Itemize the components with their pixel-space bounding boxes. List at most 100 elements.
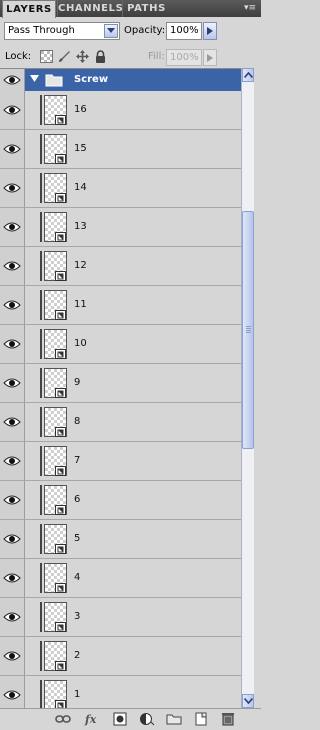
eye-icon[interactable] bbox=[3, 299, 21, 311]
layer-row[interactable]: 2 bbox=[0, 637, 241, 676]
eye-icon[interactable] bbox=[3, 74, 21, 86]
eye-icon[interactable] bbox=[3, 260, 21, 272]
blend-mode-select[interactable]: Pass Through bbox=[4, 22, 120, 40]
smart-object-badge-icon bbox=[55, 115, 66, 125]
eye-icon[interactable] bbox=[3, 416, 21, 428]
smart-object-badge-icon bbox=[55, 154, 66, 164]
layer-row[interactable]: 8 bbox=[0, 403, 241, 442]
layer-row[interactable]: 15 bbox=[0, 130, 241, 169]
layer-name: 7 bbox=[74, 455, 81, 466]
layer-row[interactable]: 16 bbox=[0, 91, 241, 130]
chevron-down-icon[interactable] bbox=[104, 24, 118, 38]
layer-list: Screw 16 15 14 13 12 11 10 9 8 7 6 5 4 3 2 1 bbox=[0, 68, 241, 709]
eye-icon[interactable] bbox=[3, 104, 21, 116]
opacity-input[interactable]: 100% bbox=[166, 22, 202, 40]
smart-object-badge-icon bbox=[55, 271, 66, 281]
layer-name: 5 bbox=[74, 533, 81, 544]
smart-object-badge-icon bbox=[55, 310, 66, 320]
layer-row[interactable]: 3 bbox=[0, 598, 241, 637]
smart-object-badge-icon bbox=[55, 349, 66, 359]
smart-object-badge-icon bbox=[55, 622, 66, 632]
fill-label: Fill: bbox=[148, 51, 165, 62]
layer-row[interactable]: 1 bbox=[0, 676, 241, 709]
layer-name: 3 bbox=[74, 611, 81, 622]
fill-input[interactable]: 100% bbox=[166, 49, 202, 66]
layer-name: 2 bbox=[74, 650, 81, 661]
layers-scrollbar[interactable] bbox=[241, 68, 254, 708]
smart-object-badge-icon bbox=[55, 232, 66, 242]
opacity-label: Opacity: bbox=[124, 25, 166, 36]
tab-channels[interactable]: CHANNELS bbox=[57, 0, 123, 17]
eye-icon[interactable] bbox=[3, 221, 21, 233]
link-layers-icon[interactable] bbox=[55, 712, 71, 726]
layer-row[interactable]: 13 bbox=[0, 208, 241, 247]
eye-icon[interactable] bbox=[3, 689, 21, 701]
layer-name: 14 bbox=[74, 182, 87, 193]
eye-icon[interactable] bbox=[3, 182, 21, 194]
fx-icon[interactable]: fx bbox=[84, 712, 100, 726]
blend-opacity-row: Pass Through Opacity: 100% bbox=[0, 19, 261, 44]
layer-name: 15 bbox=[74, 143, 87, 154]
tab-layers[interactable]: LAYERS bbox=[2, 0, 56, 18]
eye-icon[interactable] bbox=[3, 494, 21, 506]
scroll-down-arrow-icon[interactable] bbox=[242, 694, 254, 708]
scroll-thumb[interactable] bbox=[242, 211, 254, 449]
layer-row[interactable]: 7 bbox=[0, 442, 241, 481]
layer-row[interactable]: 14 bbox=[0, 169, 241, 208]
grip-icon bbox=[246, 326, 251, 334]
layers-panel: LAYERS CHANNELS PATHS ▾≡ Pass Through Op… bbox=[0, 0, 261, 730]
add-mask-icon[interactable] bbox=[112, 712, 128, 726]
smart-object-badge-icon bbox=[55, 661, 66, 671]
layer-row[interactable]: 10 bbox=[0, 325, 241, 364]
lock-all-icon[interactable] bbox=[94, 50, 107, 63]
eye-icon[interactable] bbox=[3, 572, 21, 584]
layer-row[interactable]: 6 bbox=[0, 481, 241, 520]
fill-slider-arrow-icon[interactable] bbox=[203, 49, 217, 66]
smart-object-badge-icon bbox=[55, 583, 66, 593]
blend-mode-value: Pass Through bbox=[8, 25, 75, 36]
new-layer-icon[interactable] bbox=[193, 712, 209, 726]
smart-object-badge-icon bbox=[55, 427, 66, 437]
eye-icon[interactable] bbox=[3, 377, 21, 389]
layer-row[interactable]: 5 bbox=[0, 520, 241, 559]
layer-name: 16 bbox=[74, 104, 87, 115]
layer-name: 8 bbox=[74, 416, 81, 427]
layer-name: 10 bbox=[74, 338, 87, 349]
expand-triangle-icon[interactable] bbox=[30, 75, 39, 86]
eye-icon[interactable] bbox=[3, 455, 21, 467]
layer-name: 1 bbox=[74, 689, 81, 700]
layer-name: 4 bbox=[74, 572, 81, 583]
smart-object-badge-icon bbox=[55, 193, 66, 203]
svg-text:fx: fx bbox=[84, 713, 97, 726]
adjustment-layer-icon[interactable] bbox=[139, 712, 155, 726]
scroll-up-arrow-icon[interactable] bbox=[242, 68, 254, 82]
new-group-icon[interactable] bbox=[166, 712, 182, 726]
smart-object-badge-icon bbox=[55, 505, 66, 515]
layer-name: 11 bbox=[74, 299, 87, 310]
eye-icon[interactable] bbox=[3, 533, 21, 545]
eye-icon[interactable] bbox=[3, 338, 21, 350]
folder-icon bbox=[45, 73, 63, 90]
layer-row[interactable]: 4 bbox=[0, 559, 241, 598]
group-name: Screw bbox=[74, 74, 109, 85]
panel-tab-bar: LAYERS CHANNELS PATHS ▾≡ bbox=[0, 0, 261, 18]
layer-row[interactable]: 9 bbox=[0, 364, 241, 403]
lock-label: Lock: bbox=[5, 51, 32, 62]
layers-toolbar: fx bbox=[0, 708, 261, 730]
panel-menu-icon[interactable]: ▾≡ bbox=[243, 3, 257, 14]
eye-icon[interactable] bbox=[3, 143, 21, 155]
lock-image-pixels-icon[interactable] bbox=[58, 50, 71, 63]
trash-icon[interactable] bbox=[220, 712, 236, 726]
layer-name: 9 bbox=[74, 377, 81, 388]
lock-position-icon[interactable] bbox=[76, 50, 89, 63]
lock-transparent-pixels-icon[interactable] bbox=[40, 50, 53, 63]
opacity-slider-arrow-icon[interactable] bbox=[203, 22, 217, 40]
layer-row[interactable]: 12 bbox=[0, 247, 241, 286]
eye-icon[interactable] bbox=[3, 611, 21, 623]
smart-object-badge-icon bbox=[55, 466, 66, 476]
smart-object-badge-icon bbox=[55, 544, 66, 554]
tab-paths[interactable]: PATHS bbox=[122, 0, 170, 17]
layer-group-row[interactable]: Screw bbox=[0, 69, 241, 91]
eye-icon[interactable] bbox=[3, 650, 21, 662]
layer-row[interactable]: 11 bbox=[0, 286, 241, 325]
